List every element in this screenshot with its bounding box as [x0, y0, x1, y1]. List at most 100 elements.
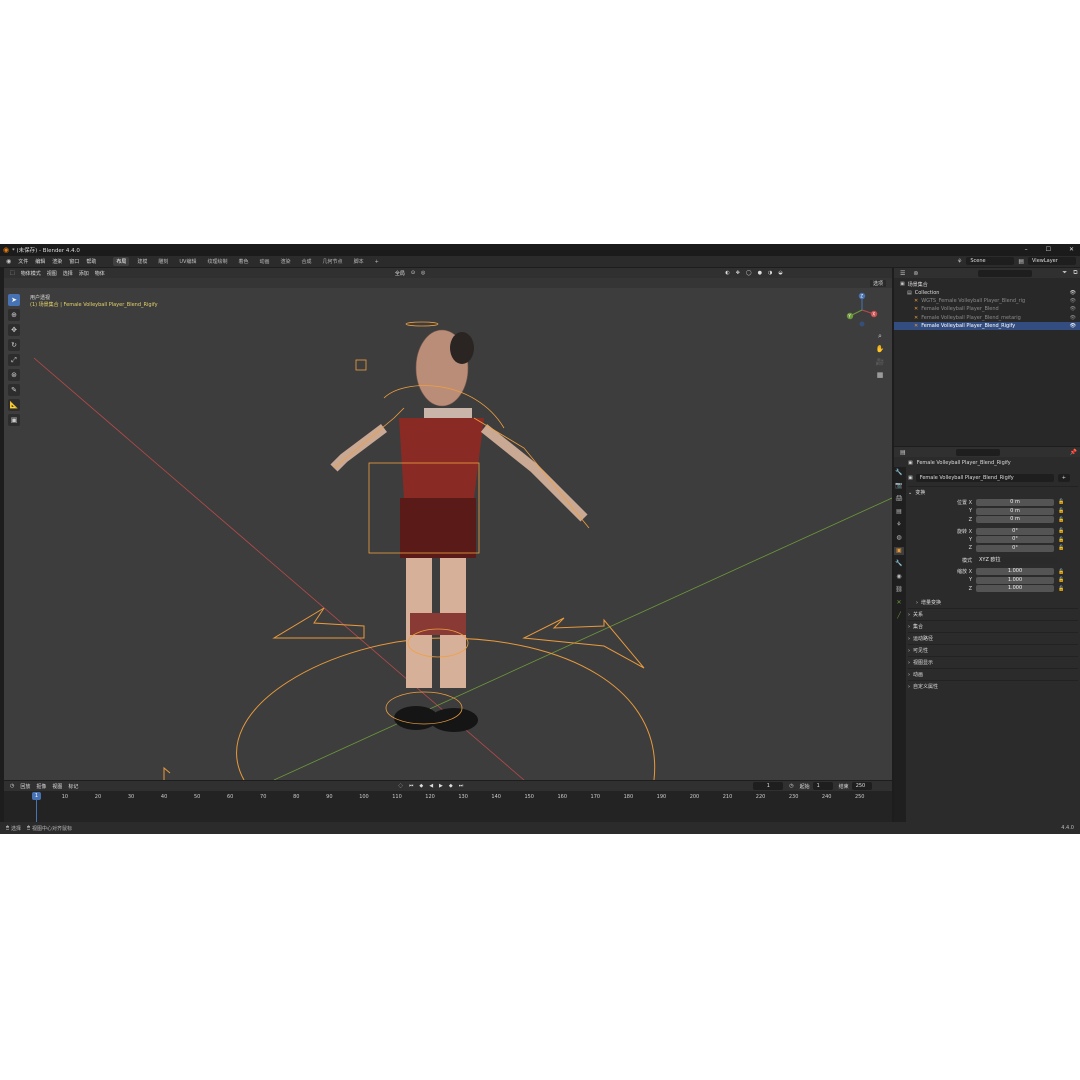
minimize-icon[interactable]: – — [1025, 246, 1028, 253]
options-dropdown[interactable]: 选项 — [869, 280, 886, 287]
pan-hand-icon[interactable]: ✋ — [874, 343, 886, 355]
object-name-field[interactable]: Female Volleyball Player_Blend_Rigify — [915, 473, 1054, 482]
close-icon[interactable]: ✕ — [1069, 246, 1074, 253]
start-frame-field[interactable]: 1 — [812, 782, 833, 790]
lock-icon[interactable]: 🔓 — [1058, 569, 1064, 575]
timeline-editor-icon[interactable]: ◷ — [10, 783, 14, 789]
pin-icon[interactable]: 📌 — [1070, 449, 1077, 456]
visibility-eye-icon[interactable]: 👁 — [1070, 306, 1076, 312]
object-tab-icon[interactable]: ▣ — [894, 547, 904, 555]
lock-icon[interactable]: 🔓 — [1058, 537, 1064, 543]
rotation-z-field[interactable]: 0° — [976, 544, 1054, 552]
end-frame-field[interactable]: 250 — [851, 782, 872, 790]
scale-z-field[interactable]: 1.000 — [976, 585, 1054, 593]
location-y-field[interactable]: 0 m — [976, 507, 1054, 515]
menu-object[interactable]: 物体 — [95, 270, 105, 277]
3d-viewport[interactable]: ⬚ 物体模式 视图 选择 添加 物体 全局 ⊙ ◎ ◐ ✥ ◯ ● ◑ ◒ 选项… — [4, 268, 892, 780]
add-workspace-button[interactable]: + — [372, 258, 382, 266]
frame-ruler[interactable]: 10 20 30 40 50 60 70 80 90 100 110 120 130 140 150 160 1… — [4, 792, 892, 801]
bone-tab-icon[interactable]: ╱ — [894, 612, 904, 620]
transform-tool-icon[interactable]: ⊛ — [8, 369, 20, 381]
transform-panel-header[interactable]: ⌄ 变换 — [908, 486, 1078, 498]
properties-section-header[interactable]: › 动画 — [908, 668, 1078, 680]
overlay-icon[interactable]: ◐ — [725, 270, 729, 276]
ortho-toggle-icon[interactable]: ▦ — [874, 369, 886, 381]
lock-icon[interactable]: 🔓 — [1058, 499, 1064, 505]
menu-select[interactable]: 选择 — [63, 270, 73, 277]
menu-window[interactable]: 窗口 — [69, 258, 79, 265]
menu-keying[interactable]: 抠像 — [36, 783, 46, 790]
menu-edit[interactable]: 编辑 — [35, 258, 45, 265]
outliner[interactable]: ☰ ⊚ ⏷ ⧉ ▣ 场景集合 ▤ Collection 👁 ✕ WGTS_Female Vo… — [894, 268, 1080, 446]
rotation-x-field[interactable]: 0° — [976, 527, 1054, 535]
render-tab-icon[interactable]: 📷 — [894, 482, 904, 490]
outliner-search-input[interactable] — [978, 269, 1033, 277]
properties-section-header[interactable]: › 关系 — [908, 608, 1078, 620]
outliner-row[interactable]: ✕ Female Volleyball Player_Blend_Rigify 👁 — [894, 321, 1080, 331]
tab-geometry-nodes[interactable]: 几何节点 — [320, 257, 346, 266]
lock-icon[interactable]: 🔓 — [1058, 577, 1064, 583]
tab-compositing[interactable]: 合成 — [299, 257, 315, 266]
scale-tool-icon[interactable]: ⤢ — [8, 354, 20, 366]
outliner-row[interactable]: ✕ Female Volleyball Player_Blend 👁 — [894, 305, 1080, 313]
visibility-eye-icon[interactable]: 👁 — [1070, 298, 1076, 304]
add-cube-tool-icon[interactable]: ▣ — [8, 414, 20, 426]
tab-texture-paint[interactable]: 纹理绘制 — [204, 257, 230, 266]
location-x-field[interactable]: 0 m — [976, 498, 1054, 506]
outliner-editor-icon[interactable]: ☰ — [900, 270, 905, 277]
lock-icon[interactable]: 🔓 — [1058, 545, 1064, 551]
shading-rendered-icon[interactable]: ◒ — [778, 270, 782, 276]
scene-field[interactable]: Scene — [966, 257, 1015, 265]
rotate-tool-icon[interactable]: ↻ — [8, 339, 20, 351]
lock-icon[interactable]: 🔓 — [1058, 528, 1064, 534]
add-property-button[interactable]: + — [1057, 473, 1070, 482]
data-tab-icon[interactable]: ✕ — [894, 599, 904, 607]
properties-section-header[interactable]: › 运动路径 — [908, 632, 1078, 644]
world-tab-icon[interactable]: ◍ — [894, 534, 904, 542]
annotate-tool-icon[interactable]: ✎ — [8, 384, 20, 396]
next-key-icon[interactable]: ◆ — [449, 783, 453, 789]
properties-editor-icon[interactable]: ▤ — [900, 449, 906, 456]
menu-timeline-view[interactable]: 视图 — [52, 783, 62, 790]
scale-x-field[interactable]: 1.000 — [976, 568, 1054, 576]
camera-view-icon[interactable]: 🎥 — [874, 356, 886, 368]
tab-uv-editing[interactable]: UV编辑 — [176, 257, 199, 266]
shading-wireframe-icon[interactable]: ◯ — [746, 270, 752, 276]
properties-editor[interactable]: ▤ 📌 🔧 📷 🖨 ▤ ⚘ ◍ ▣ 🔧 ◉ ⛓ ✕ ╱ ▣ Female Vol… — [894, 447, 1080, 824]
visibility-eye-icon[interactable]: 👁 — [1070, 323, 1076, 329]
visibility-eye-icon[interactable]: 👁 — [1070, 315, 1076, 321]
menu-marker[interactable]: 标记 — [68, 783, 78, 790]
menu-add[interactable]: 添加 — [79, 270, 89, 277]
menu-render[interactable]: 渲染 — [52, 258, 62, 265]
tab-shading[interactable]: 着色 — [235, 257, 251, 266]
editor-type-icon[interactable]: ⬚ — [10, 270, 15, 276]
menu-playback[interactable]: 回放 — [20, 783, 30, 790]
outliner-row[interactable]: ▣ 场景集合 — [894, 280, 1080, 288]
lock-icon[interactable]: 🔓 — [1058, 586, 1064, 592]
proportional-edit-icon[interactable]: ◎ — [421, 270, 425, 276]
scale-y-field[interactable]: 1.000 — [976, 576, 1054, 584]
outliner-row[interactable]: ▤ Collection 👁 — [894, 288, 1080, 296]
menu-help[interactable]: 帮助 — [86, 258, 96, 265]
prev-key-icon[interactable]: ◆ — [419, 783, 423, 789]
jump-start-icon[interactable]: ⏮ — [409, 783, 414, 789]
shading-solid-icon[interactable]: ● — [758, 270, 762, 276]
visibility-eye-icon[interactable]: 👁 — [1070, 290, 1076, 296]
record-icon[interactable]: ◌ — [398, 783, 402, 789]
properties-section-header[interactable]: › 自定义属性 — [908, 680, 1078, 692]
zoom-icon[interactable]: ⌕ — [874, 330, 886, 342]
new-collection-icon[interactable]: ⧉ — [1073, 269, 1077, 277]
play-reverse-icon[interactable]: ◀ — [429, 783, 433, 789]
jump-end-icon[interactable]: ⏭ — [459, 783, 464, 789]
delta-transform-header[interactable]: › 增量变换 — [908, 597, 1078, 608]
current-frame-field[interactable]: 1 — [753, 782, 784, 790]
tab-animation[interactable]: 动画 — [257, 257, 273, 266]
maximize-icon[interactable]: ☐ — [1046, 246, 1051, 253]
snap-icon[interactable]: ⊙ — [411, 270, 415, 276]
properties-search-input[interactable] — [955, 448, 1000, 456]
lock-icon[interactable]: 🔓 — [1058, 517, 1064, 523]
viewlayer-field[interactable]: ViewLayer — [1028, 257, 1076, 265]
properties-section-header[interactable]: › 集合 — [908, 620, 1078, 632]
play-icon[interactable]: ▶ — [439, 783, 443, 789]
rotation-y-field[interactable]: 0° — [976, 536, 1054, 544]
